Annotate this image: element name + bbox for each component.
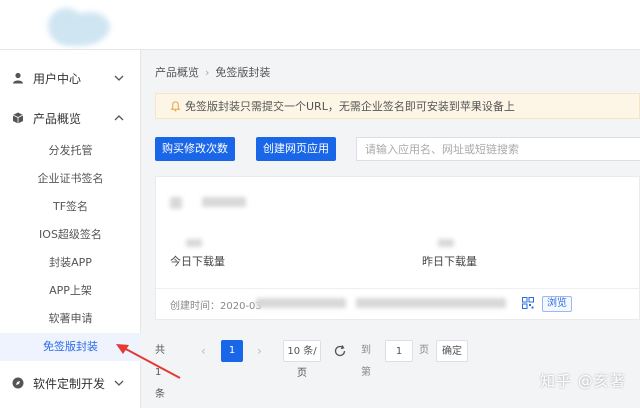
red-arrow-annotation xyxy=(116,344,181,379)
refresh-icon[interactable] xyxy=(333,344,347,358)
search-input[interactable] xyxy=(356,137,640,161)
user-icon xyxy=(13,72,23,84)
sidebar-item-ios-super-sign[interactable]: IOS超级签名 xyxy=(0,221,141,249)
cube-icon xyxy=(12,112,24,124)
browse-button[interactable]: 浏览 xyxy=(542,296,572,312)
blurred-app-url xyxy=(356,298,506,308)
sidebar-item-copyright-apply[interactable]: 软著申请 xyxy=(0,305,141,333)
created-time: 创建时间：2020-03 xyxy=(170,301,262,312)
yesterday-downloads-label: 昨日下载量 xyxy=(422,255,477,268)
breadcrumb-parent[interactable]: 产品概览 xyxy=(155,64,199,80)
goto-suffix: 页 xyxy=(419,345,429,356)
sidebar-group-label: 用户中心 xyxy=(33,71,82,86)
blurred-created-rest xyxy=(256,298,346,308)
breadcrumb-separator: › xyxy=(205,65,210,79)
today-downloads-label: 今日下载量 xyxy=(170,255,225,268)
goto-prefix: 到第 xyxy=(361,345,371,378)
chevron-left-icon[interactable]: ‹ xyxy=(201,340,206,362)
sidebar-item-enterprise-cert-sign[interactable]: 企业证书签名 xyxy=(0,165,141,193)
blurred-logo xyxy=(40,4,114,48)
chevron-up-icon xyxy=(114,115,124,121)
sidebar-group-user-center[interactable]: 用户中心 xyxy=(0,60,141,96)
bell-icon xyxy=(170,100,181,111)
qr-code-icon[interactable] xyxy=(522,297,534,309)
app-card: 今日下载量 昨日下载量 创建时间：2020-03 浏览 xyxy=(155,176,640,320)
compass-icon xyxy=(12,377,24,389)
buy-edit-count-button[interactable]: 购买修改次数 xyxy=(155,137,235,161)
sidebar-item-distribution-hosting[interactable]: 分发托管 xyxy=(0,137,141,165)
blurred-app-icon xyxy=(170,197,182,209)
page-size-select[interactable]: 10 条/页 xyxy=(283,340,321,379)
chevron-down-icon xyxy=(114,75,124,81)
sidebar-group-label: 软件定制开发 xyxy=(33,376,106,391)
create-web-app-button[interactable]: 创建网页应用 xyxy=(256,137,336,161)
notice-banner: 免签版封装只需提交一个URL，无需企业签名即可安装到苹果设备上 xyxy=(155,93,640,119)
blurred-app-name xyxy=(202,197,246,207)
sidebar-group-product-overview[interactable]: 产品概览 xyxy=(0,100,141,136)
notice-text: 免签版封装只需提交一个URL，无需企业签名即可安装到苹果设备上 xyxy=(185,100,515,113)
blurred-today-count xyxy=(186,239,202,247)
goto-page-input[interactable]: 1 xyxy=(385,340,413,362)
chevron-right-icon[interactable]: › xyxy=(257,340,262,362)
sidebar-group-label: 产品概览 xyxy=(33,111,82,126)
sidebar-item-tf-sign[interactable]: TF签名 xyxy=(0,193,141,221)
breadcrumb-current: 免签版封装 xyxy=(215,66,271,79)
breadcrumb: 产品概览 › 免签版封装 xyxy=(155,64,270,80)
sidebar-item-app-listing[interactable]: APP上架 xyxy=(0,277,141,305)
pagination-page-current[interactable]: 1 xyxy=(221,340,243,362)
goto-confirm-button[interactable]: 确定 xyxy=(436,340,468,362)
card-divider xyxy=(156,288,640,289)
watermark: 知乎 @亥著 xyxy=(540,372,626,390)
top-bar xyxy=(0,0,640,50)
blurred-yesterday-count xyxy=(438,239,454,247)
sidebar-item-wrap-app[interactable]: 封装APP xyxy=(0,249,141,277)
